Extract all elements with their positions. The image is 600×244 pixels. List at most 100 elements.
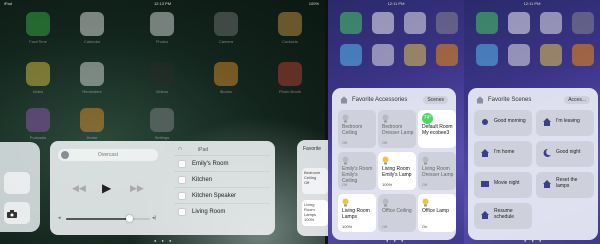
scenes-toggle-button[interactable]: Scenes bbox=[423, 96, 448, 104]
rewind-icon[interactable]: ◀◀ bbox=[72, 181, 86, 195]
now-playing-controls: Overcast ◀◀ ▶ ▶▶ ◂ ◂) bbox=[50, 141, 167, 235]
app-icon[interactable] bbox=[340, 12, 362, 34]
app-icon[interactable] bbox=[372, 12, 394, 34]
app-label: Videos bbox=[155, 89, 169, 94]
app-label: iBooks bbox=[219, 89, 232, 94]
volume-slider[interactable]: ◂ ◂) bbox=[58, 215, 158, 223]
airplay-device-label: Kitchen bbox=[192, 177, 213, 183]
accessory-name: Bedroom Ceiling bbox=[304, 170, 321, 180]
scene-tile[interactable]: I'm home bbox=[474, 141, 532, 167]
camera-icon bbox=[7, 210, 17, 218]
app-icon[interactable] bbox=[540, 44, 562, 66]
app-icon[interactable] bbox=[278, 62, 302, 86]
accessory-tile[interactable]: Emily's Room Emily's Ceiling Off bbox=[338, 152, 376, 190]
app-icon[interactable] bbox=[436, 44, 458, 66]
accessory-tile[interactable]: Office Ceiling Off bbox=[378, 194, 416, 232]
scene-tile[interactable]: I'm leaving bbox=[536, 110, 594, 136]
accessory-state: 100% bbox=[342, 224, 353, 229]
airplay-device-row[interactable]: Emily's Room bbox=[174, 155, 270, 171]
airplay-device-row[interactable]: Kitchen bbox=[174, 171, 270, 187]
accessory-state: On bbox=[422, 224, 428, 229]
card-title: Favorite Scenes bbox=[488, 97, 532, 103]
app-icon[interactable] bbox=[572, 44, 594, 66]
app-icon[interactable] bbox=[404, 44, 426, 66]
fast-forward-icon[interactable]: ▶▶ bbox=[130, 181, 144, 195]
accessory-tile[interactable]: 74° Default Room My ecobee3 bbox=[418, 110, 456, 148]
scene-tile[interactable]: Movie night bbox=[474, 172, 532, 198]
app-icon[interactable] bbox=[80, 62, 104, 86]
airplay-device-row[interactable]: Living Room bbox=[174, 203, 270, 219]
accessory-name: Default Room My ecobee3 bbox=[422, 124, 453, 136]
lightbulb-icon bbox=[422, 156, 429, 165]
lightbulb-icon bbox=[382, 198, 389, 207]
scene-tile[interactable]: Resume schedule bbox=[474, 203, 532, 229]
speaker-icon bbox=[178, 192, 186, 200]
app-icon[interactable] bbox=[26, 108, 50, 132]
accessory-tile[interactable]: Bedroom Dresser Lamp Off bbox=[378, 110, 416, 148]
volume-knob[interactable] bbox=[126, 215, 133, 222]
scene-tile[interactable]: Good night bbox=[536, 141, 594, 167]
app-icon[interactable] bbox=[214, 12, 238, 36]
app-icon[interactable] bbox=[476, 44, 498, 66]
lightbulb-icon bbox=[382, 156, 389, 165]
app-icon[interactable] bbox=[80, 108, 104, 132]
scene-name: Good night bbox=[556, 149, 581, 155]
airplay-header-label: iPad bbox=[198, 147, 209, 153]
airplay-device-label: Emily's Room bbox=[192, 161, 229, 167]
app-icon[interactable] bbox=[26, 62, 50, 86]
app-icon[interactable] bbox=[150, 12, 174, 36]
app-icon[interactable] bbox=[436, 12, 458, 34]
app-icon[interactable] bbox=[214, 62, 238, 86]
card-header: Favorite Scenes Acces... bbox=[476, 96, 590, 106]
accessory-tile[interactable]: Office Lamp On bbox=[418, 194, 456, 232]
accessory-tile[interactable]: Living Room Emily's Lamp 100% bbox=[378, 152, 416, 190]
app-icon[interactable] bbox=[372, 44, 394, 66]
status-time: 12:11 PM bbox=[387, 1, 405, 6]
scene-name: I'm home bbox=[494, 149, 515, 155]
playback-source[interactable]: Overcast bbox=[58, 149, 158, 161]
accessory-name: Living Room Dresser Lamp bbox=[422, 166, 454, 178]
app-icon[interactable] bbox=[508, 12, 530, 34]
thermostat-badge: 74° bbox=[422, 113, 433, 124]
accessory-name: Living Room Lamps bbox=[342, 208, 370, 220]
app-icon[interactable] bbox=[540, 12, 562, 34]
now-playing-card: Overcast ◀◀ ▶ ▶▶ ◂ ◂) ∩ iPad Emily's Roo… bbox=[50, 141, 275, 235]
accessory-tile[interactable]: Living Room Dresser Lamp Off bbox=[418, 152, 456, 190]
app-label: Calendar bbox=[83, 39, 101, 44]
scene-name: Resume schedule bbox=[494, 208, 515, 220]
app-icon[interactable] bbox=[572, 12, 594, 34]
accessory-tile[interactable]: Bedroom Ceiling Off bbox=[302, 168, 328, 194]
accessory-tile[interactable]: Living Room Lamps 100% bbox=[338, 194, 376, 232]
app-icon[interactable] bbox=[340, 44, 362, 66]
accessory-tile[interactable]: Bedroom Ceiling Off bbox=[338, 110, 376, 148]
accessory-name: Living Room Lamps bbox=[304, 202, 317, 217]
volume-high-icon: ◂) bbox=[152, 215, 157, 221]
airplay-header: ∩ iPad bbox=[174, 145, 270, 155]
camera-tile[interactable] bbox=[4, 202, 30, 224]
accessories-screen: 12:11 PM Favorite Accessories Scenes Bed… bbox=[328, 0, 464, 244]
lightbulb-icon bbox=[422, 198, 429, 207]
airplay-device-row[interactable]: Kitchen Speaker bbox=[174, 187, 270, 203]
ipad-screen: iPad 12:13 PM 100% FaceTime Calendar Photo… bbox=[0, 0, 325, 244]
favorite-accessories-card: Favorite Accessories Scenes Bedroom Ceil… bbox=[332, 88, 456, 240]
app-icon[interactable] bbox=[150, 62, 174, 86]
app-icon[interactable] bbox=[278, 12, 302, 36]
stage: iPad 12:13 PM 100% FaceTime Calendar Photo… bbox=[0, 0, 600, 244]
accessory-tile[interactable]: Living Room Lamps 100% bbox=[302, 200, 328, 226]
app-icon[interactable] bbox=[150, 108, 174, 132]
scene-tile[interactable]: Good morning bbox=[474, 110, 532, 136]
scene-tile[interactable]: Reset the lamps bbox=[536, 172, 594, 198]
accessories-toggle-button[interactable]: Acces... bbox=[564, 96, 590, 104]
accessory-state: 100% bbox=[382, 182, 393, 187]
airplay-list: ∩ iPad Emily's Room Kitchen Kitchen Speake… bbox=[174, 145, 270, 219]
battery-label: 100% bbox=[308, 1, 319, 6]
app-icon[interactable] bbox=[476, 12, 498, 34]
status-time: 12:13 PM bbox=[153, 1, 172, 6]
app-icon[interactable] bbox=[80, 12, 104, 36]
app-icon[interactable] bbox=[508, 44, 530, 66]
app-icon[interactable] bbox=[404, 12, 426, 34]
control-tile[interactable] bbox=[4, 172, 30, 194]
app-icon[interactable] bbox=[26, 12, 50, 36]
airplay-device-label: Kitchen Speaker bbox=[192, 193, 237, 199]
play-icon[interactable]: ▶ bbox=[102, 181, 111, 195]
